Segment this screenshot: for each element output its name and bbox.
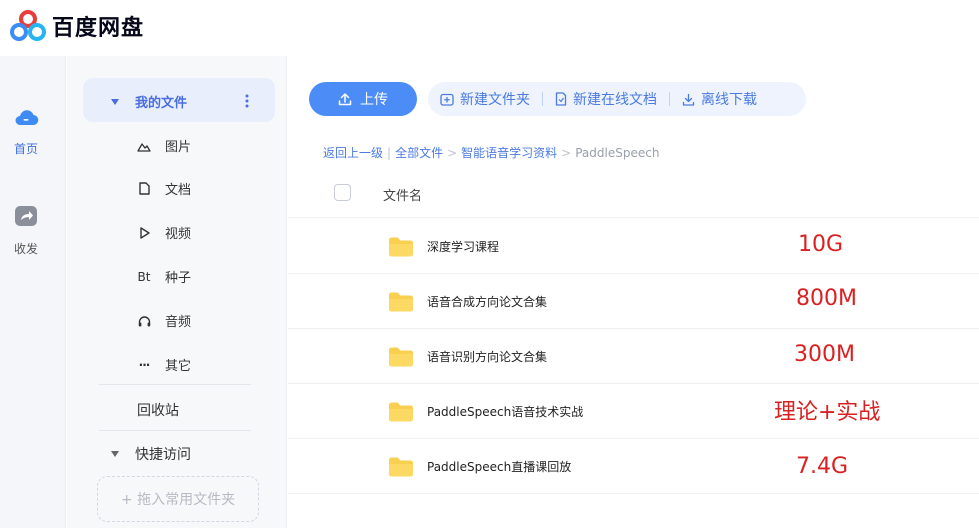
caret-down-icon[interactable] bbox=[111, 98, 119, 105]
sidebar-divider bbox=[99, 384, 251, 385]
table-row[interactable]: 语音合成方向论文合集 800M bbox=[288, 274, 979, 329]
breadcrumb-link[interactable]: 智能语音学习资料 bbox=[461, 144, 557, 161]
sidebar-item-audio[interactable]: 音频 bbox=[137, 311, 191, 330]
table-row[interactable]: PaddleSpeech语音技术实战 理论+实战 bbox=[288, 384, 979, 439]
new-doc-label: 新建在线文档 bbox=[573, 92, 657, 108]
table-row[interactable]: 语音识别方向论文合集 300M bbox=[288, 329, 979, 384]
new-online-doc-button[interactable]: 新建在线文档 bbox=[555, 89, 657, 109]
recycle-bin-label: 回收站 bbox=[137, 403, 179, 419]
category-label: 其它 bbox=[165, 359, 192, 374]
file-name[interactable]: 语音识别方向论文合集 bbox=[427, 348, 547, 365]
cloud-home-icon bbox=[15, 110, 39, 126]
category-label: 音频 bbox=[165, 315, 192, 330]
rail-item-home[interactable]: 首页 bbox=[0, 104, 52, 157]
image-icon bbox=[137, 139, 151, 153]
download-icon bbox=[682, 93, 695, 106]
table-row[interactable]: 深度学习课程 10G bbox=[288, 219, 979, 274]
breadcrumb-separator: > bbox=[561, 145, 572, 160]
play-icon bbox=[137, 226, 151, 240]
breadcrumb-back-link[interactable]: 返回上一级 bbox=[323, 144, 383, 161]
sidebar-item-recycle-bin[interactable]: 回收站 bbox=[137, 400, 179, 420]
file-name[interactable]: 深度学习课程 bbox=[427, 238, 499, 255]
category-label: 视频 bbox=[165, 227, 192, 242]
share-transfer-icon bbox=[15, 206, 37, 226]
sidebar: 我的文件 图片 文档 视频 Bt 种子 音频 ··· 其它 回收站 快捷访问 +… bbox=[67, 56, 287, 528]
quick-access-drop-zone[interactable]: + 拖入常用文件夹 bbox=[97, 476, 259, 522]
bt-icon: Bt bbox=[137, 269, 151, 284]
document-icon bbox=[137, 182, 151, 196]
folder-icon bbox=[389, 457, 413, 477]
headphones-icon bbox=[137, 314, 151, 328]
new-folder-button[interactable]: 新建文件夹 bbox=[440, 89, 530, 109]
size-annotation: 7.4G bbox=[796, 454, 849, 479]
my-files-label: 我的文件 bbox=[135, 96, 188, 111]
new-folder-icon bbox=[440, 93, 454, 106]
file-name[interactable]: 语音合成方向论文合集 bbox=[427, 293, 547, 310]
upload-button[interactable]: 上传 bbox=[309, 82, 417, 116]
sidebar-item-images[interactable]: 图片 bbox=[137, 136, 191, 155]
file-name[interactable]: PaddleSpeech语音技术实战 bbox=[427, 403, 583, 420]
size-annotation: 理论+实战 bbox=[774, 400, 881, 425]
column-header-filename[interactable]: 文件名 bbox=[383, 185, 422, 204]
size-annotation: 300M bbox=[794, 342, 855, 367]
new-doc-icon bbox=[555, 92, 567, 106]
sidebar-item-others[interactable]: ··· 其它 bbox=[137, 355, 192, 375]
action-toolbar: 新建文件夹 新建在线文档 离线下载 bbox=[428, 82, 806, 116]
rail-label-home: 首页 bbox=[13, 142, 38, 156]
caret-down-icon[interactable] bbox=[111, 451, 119, 457]
breadcrumb-separator: | bbox=[387, 145, 392, 160]
table-row[interactable]: PaddleSpeech直播课回放 7.4G bbox=[288, 439, 979, 494]
breadcrumb-separator: > bbox=[447, 145, 458, 160]
ellipsis-icon: ··· bbox=[138, 357, 151, 372]
folder-icon bbox=[389, 347, 413, 367]
breadcrumb: 返回上一级 | 全部文件 > 智能语音学习资料 > PaddleSpeech bbox=[323, 144, 659, 161]
folder-icon bbox=[389, 292, 413, 312]
new-folder-label: 新建文件夹 bbox=[460, 92, 530, 108]
sidebar-item-videos[interactable]: 视频 bbox=[137, 223, 191, 242]
rail-item-transfer[interactable]: 收发 bbox=[0, 204, 52, 257]
folder-icon bbox=[389, 237, 413, 257]
sidebar-item-documents[interactable]: 文档 bbox=[137, 179, 191, 198]
select-all-checkbox[interactable] bbox=[334, 184, 351, 201]
app-title: 百度网盘 bbox=[52, 16, 145, 41]
offline-download-label: 离线下载 bbox=[701, 92, 757, 108]
quick-access-row[interactable]: 快捷访问 bbox=[111, 444, 191, 464]
folder-icon bbox=[389, 402, 413, 422]
breadcrumb-current: PaddleSpeech bbox=[575, 145, 660, 160]
toolbar-divider bbox=[669, 92, 670, 106]
upload-icon bbox=[338, 93, 352, 106]
category-label: 种子 bbox=[165, 271, 192, 286]
sidebar-divider bbox=[99, 430, 251, 431]
rail-label-transfer: 收发 bbox=[13, 242, 38, 256]
size-annotation: 10G bbox=[798, 232, 844, 257]
quick-access-label: 快捷访问 bbox=[135, 447, 191, 463]
my-files-row[interactable]: 我的文件 bbox=[111, 92, 187, 111]
sidebar-item-torrents[interactable]: Bt 种子 bbox=[137, 267, 192, 287]
top-bar: 百度网盘 bbox=[0, 0, 979, 56]
size-annotation: 800M bbox=[796, 286, 857, 311]
file-list-panel: 上传 新建文件夹 新建在线文档 离线下载 返回上一级 | 全部文件 > 智能语音… bbox=[288, 56, 979, 528]
category-label: 图片 bbox=[165, 140, 192, 155]
baidu-netdisk-logo-icon[interactable] bbox=[8, 8, 48, 44]
nav-rail: 首页 收发 bbox=[0, 56, 66, 528]
vertical-dots-icon[interactable] bbox=[245, 94, 249, 108]
breadcrumb-link[interactable]: 全部文件 bbox=[395, 144, 443, 161]
upload-label: 上传 bbox=[360, 91, 388, 107]
file-name[interactable]: PaddleSpeech直播课回放 bbox=[427, 458, 571, 475]
table-header: 文件名 bbox=[288, 176, 979, 218]
toolbar-divider bbox=[542, 92, 543, 106]
category-label: 文档 bbox=[165, 183, 192, 198]
offline-download-button[interactable]: 离线下载 bbox=[682, 89, 757, 109]
